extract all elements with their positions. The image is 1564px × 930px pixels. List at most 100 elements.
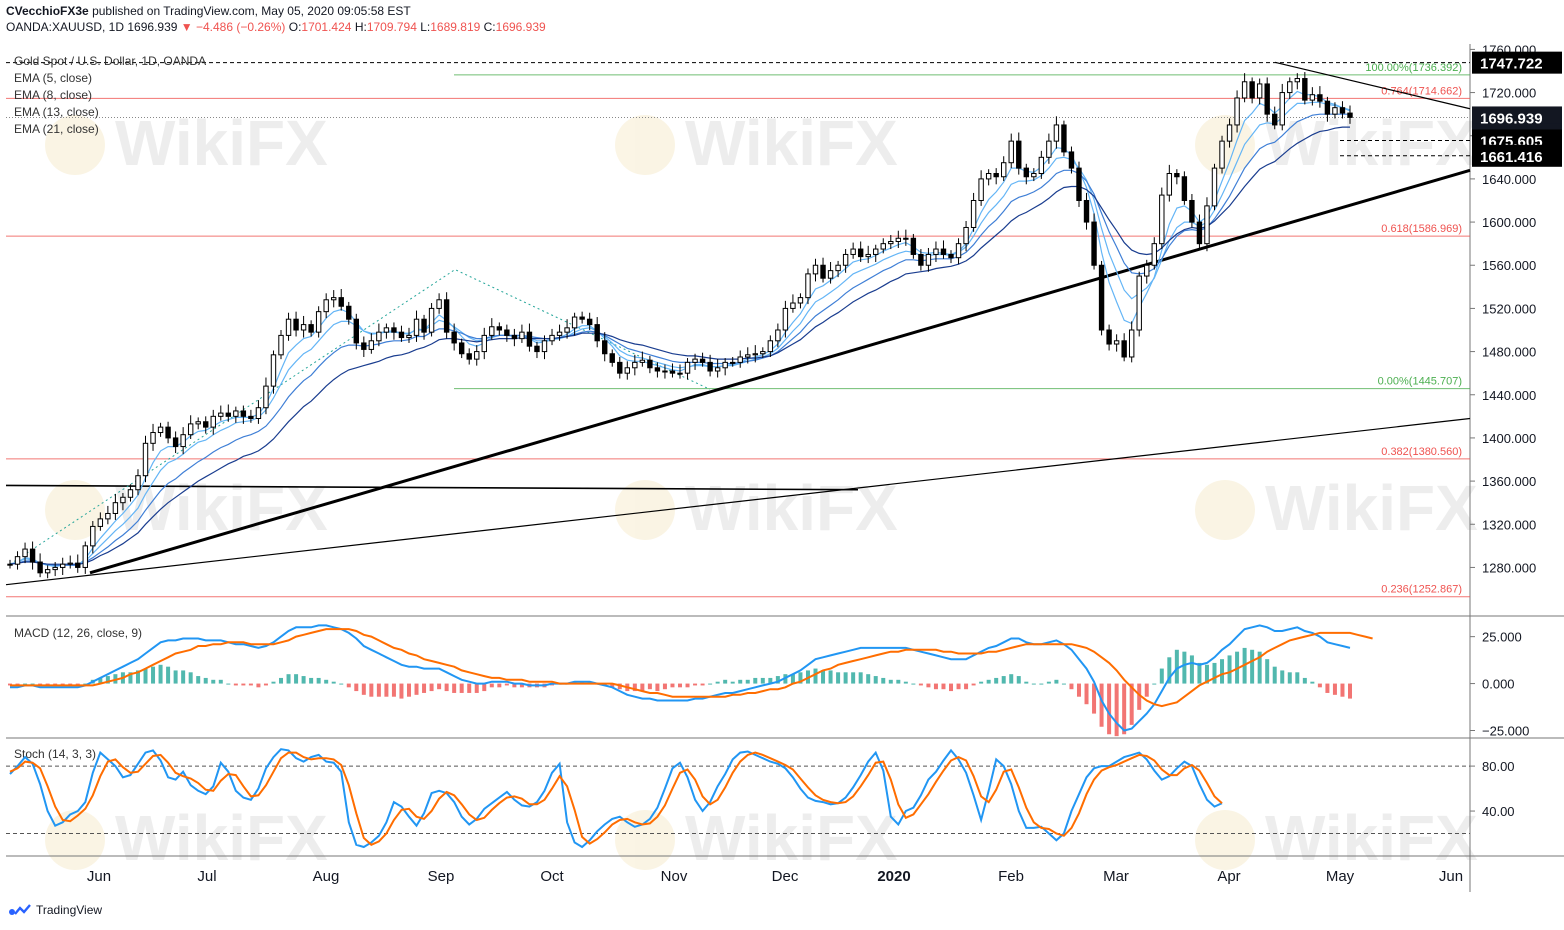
- candle-body: [1121, 340, 1127, 358]
- candle-body: [775, 329, 781, 342]
- ema21-legend[interactable]: EMA (21, close): [14, 121, 206, 138]
- macd-histogram-bar: [143, 668, 148, 684]
- candle-body: [1098, 264, 1105, 331]
- candle-body: [203, 421, 209, 428]
- candle-body: [52, 566, 58, 571]
- candle-body: [586, 318, 593, 326]
- macd-histogram-bar: [406, 683, 411, 697]
- macd-histogram-bar: [723, 679, 728, 684]
- macd-histogram-bar: [994, 677, 999, 684]
- open-label: O:: [288, 20, 302, 34]
- candle-body: [519, 331, 525, 340]
- macd-histogram-bar: [166, 666, 171, 684]
- watermark-logo-icon: [615, 115, 675, 175]
- y-tick-label: 1440.000: [1482, 388, 1536, 403]
- macd-histogram-bar: [1054, 679, 1059, 684]
- macd-histogram-bar: [1265, 659, 1270, 684]
- macd-histogram-bar: [1069, 683, 1074, 690]
- candle-body: [323, 299, 329, 313]
- candle-body: [549, 334, 555, 342]
- candle-body: [7, 563, 13, 566]
- macd-histogram-bar: [279, 677, 284, 684]
- macd-histogram-bar: [1295, 672, 1300, 684]
- x-tick-label: Jun: [87, 868, 111, 885]
- macd-histogram-bar: [1107, 683, 1112, 735]
- candle-body: [187, 423, 194, 436]
- macd-histogram-bar: [444, 683, 449, 692]
- candle-body: [157, 426, 164, 434]
- candle-body: [233, 410, 239, 417]
- candle-body: [850, 248, 856, 255]
- ema5-legend[interactable]: EMA (5, close): [14, 70, 206, 87]
- macd-histogram-bar: [655, 683, 660, 692]
- chart-title[interactable]: Gold Spot / U.S. Dollar, 1D, OANDA: [14, 53, 206, 70]
- x-tick-label: Aug: [313, 868, 340, 885]
- candle-body: [933, 248, 939, 255]
- chart-canvas[interactable]: WikiFX WikiFX WikiFXWikiFX WikiFX WikiFXWiki…: [0, 0, 1564, 930]
- macd-histogram-bar: [813, 668, 818, 684]
- candle-body: [760, 351, 766, 355]
- symbol-label[interactable]: OANDA:XAUUSD, 1D: [6, 20, 124, 34]
- macd-histogram-bar: [399, 683, 404, 699]
- candle-body: [639, 359, 646, 363]
- candle-body: [496, 326, 503, 331]
- footer-brand[interactable]: TradingView: [6, 902, 102, 918]
- candle-body: [1234, 97, 1240, 126]
- macd-histogram-bar: [685, 683, 690, 688]
- candle-body: [541, 340, 548, 353]
- candle-body: [346, 305, 352, 320]
- watermark-layer: WikiFX WikiFX WikiFXWikiFX WikiFX WikiFXWiki…: [45, 107, 1478, 874]
- ema13-legend[interactable]: EMA (13, close): [14, 104, 206, 121]
- x-tick-label: Feb: [998, 868, 1024, 885]
- macd-histogram-bar: [851, 672, 856, 684]
- macd-histogram-bar: [1272, 666, 1277, 684]
- fib-level-label: 0.764(1714.662): [1381, 85, 1462, 97]
- macd-histogram-bar: [708, 683, 713, 685]
- y-tick-label: 1400.000: [1482, 431, 1536, 446]
- candle-body: [722, 361, 728, 369]
- candle-body: [67, 562, 73, 565]
- macd-histogram-bar: [361, 683, 366, 695]
- macd-histogram-bar: [730, 681, 735, 684]
- candle-body: [865, 253, 871, 258]
- candle-body: [458, 342, 465, 355]
- candle-body: [1294, 78, 1301, 83]
- candle-body: [406, 334, 412, 339]
- macd-histogram-bar: [1099, 683, 1104, 727]
- macd-histogram-bar: [881, 677, 886, 684]
- y-tick-label: 1480.000: [1482, 345, 1536, 360]
- ema8-legend[interactable]: EMA (8, close): [14, 87, 206, 104]
- macd-histogram-bar: [467, 683, 472, 693]
- macd-line: [10, 624, 1351, 732]
- candle-body: [474, 351, 480, 360]
- candle-body: [466, 353, 472, 360]
- candle-body: [1001, 162, 1007, 178]
- candle-body: [910, 237, 917, 255]
- fib-level-label: 100.00%(1736.392): [1365, 62, 1462, 74]
- candle-body: [240, 410, 247, 417]
- macd-histogram-bar: [1009, 674, 1014, 684]
- macd-histogram-bar: [896, 679, 901, 684]
- macd-histogram-bar: [678, 683, 682, 688]
- macd-histogram-bar: [670, 683, 675, 688]
- macd-histogram-bar: [1212, 662, 1217, 684]
- macd-histogram-bar: [324, 679, 329, 684]
- author-name[interactable]: CVecchioFX3e: [6, 4, 89, 18]
- macd-histogram-bar: [173, 670, 178, 684]
- watermark-text: WikiFX: [115, 802, 328, 874]
- macd-histogram-bar: [1280, 670, 1285, 684]
- x-tick-label: Oct: [540, 868, 564, 885]
- candle-body: [29, 548, 36, 563]
- candle-body: [1174, 173, 1180, 178]
- candle-body: [150, 432, 156, 444]
- candle-body: [391, 327, 397, 333]
- candle-body: [903, 237, 909, 240]
- macd-histogram-bar: [233, 683, 238, 686]
- macd-histogram-bar: [1332, 683, 1337, 695]
- candle-body: [1189, 199, 1195, 223]
- candle-body: [1204, 205, 1210, 245]
- macd-histogram-bar: [1084, 683, 1089, 705]
- candle-body: [805, 273, 811, 299]
- macd-histogram-bar: [1046, 681, 1051, 684]
- macd-histogram-bar: [956, 683, 961, 690]
